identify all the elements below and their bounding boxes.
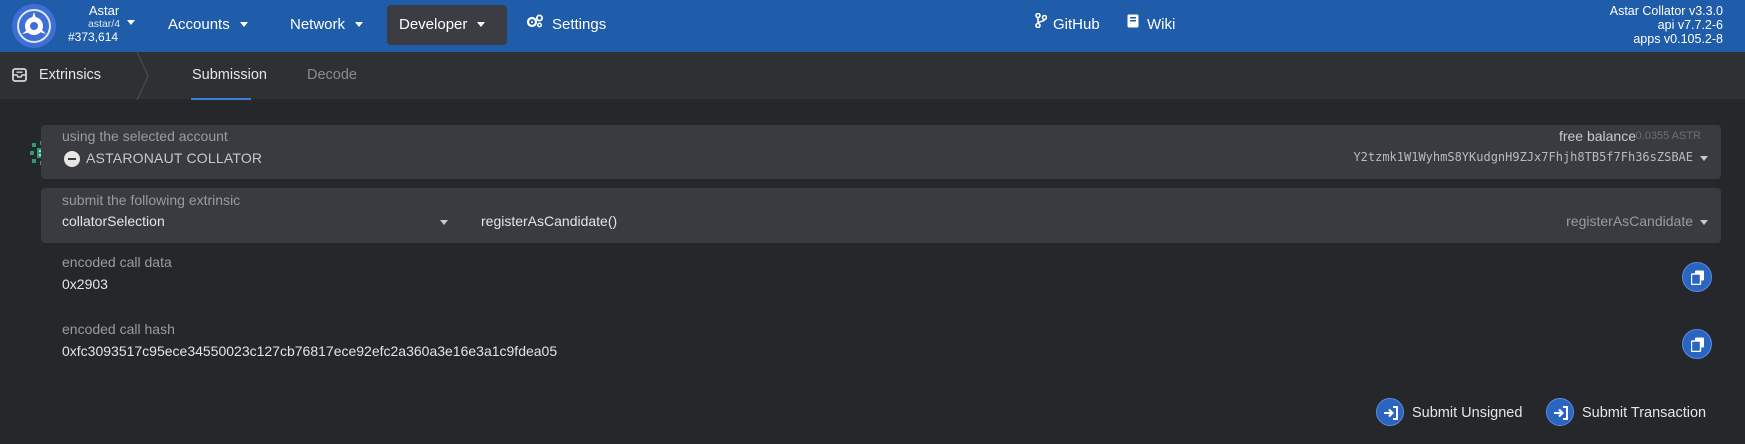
menu-settings-label: Settings: [552, 16, 607, 33]
free-balance-value: 0.0355 ASTR: [1635, 130, 1701, 142]
inbox-icon: [12, 68, 27, 85]
encoded-call-hash-label: encoded call hash: [62, 321, 175, 337]
apps-version: apps v0.105.2-8: [1633, 32, 1723, 46]
link-wiki-label: Wiki: [1147, 16, 1176, 33]
link-wiki[interactable]: Wiki: [1115, 5, 1187, 45]
account-name: ASTARONAUT COLLATOR: [86, 150, 263, 166]
copy-icon: [1691, 270, 1704, 285]
chevron-down-icon: [239, 21, 248, 27]
free-balance-label: free balance: [1558, 128, 1636, 144]
menu-developer-label: Developer: [399, 16, 468, 33]
sign-in-icon: [1376, 398, 1404, 426]
account-address: Y2tzmk1W1WyhmS8YKudgnH9ZJx7Fhjh8TB5f7Fh3…: [1353, 150, 1693, 164]
top-navigation-bar: Astar astar/4 #373,614 Accounts Network …: [0, 0, 1745, 52]
node-version: Astar Collator v3.3.0: [1609, 4, 1723, 18]
active-tab-indicator: [191, 98, 251, 100]
encoded-call-data-label: encoded call data: [62, 254, 172, 270]
copy-call-hash-button[interactable]: [1682, 329, 1712, 359]
menu-accounts-label: Accounts: [168, 16, 230, 33]
menu-settings[interactable]: Settings: [514, 5, 618, 45]
chevron-down-icon: [477, 21, 486, 27]
code-branch-icon: [1035, 4, 1048, 44]
submit-transaction-button[interactable]: Submit Transaction: [1546, 398, 1716, 428]
menu-accounts[interactable]: Accounts: [156, 5, 260, 45]
chevron-down-icon: [355, 21, 364, 27]
submit-unsigned-button[interactable]: Submit Unsigned: [1376, 398, 1526, 428]
extrinsic-selector: submit the following extrinsic collatorS…: [41, 188, 1721, 243]
tab-root-extrinsics: Extrinsics: [0, 52, 140, 100]
submit-transaction-label: Submit Transaction: [1582, 405, 1707, 421]
version-info: Astar Collator v3.3.0 api v7.7.2-6 apps …: [1610, 4, 1723, 46]
chevron-down-icon[interactable]: [440, 220, 448, 225]
api-version: api v7.7.2-6: [1657, 18, 1723, 32]
block-number: #373,614: [68, 30, 119, 44]
link-github[interactable]: GitHub: [1023, 5, 1112, 45]
method-short: registerAsCandidate: [1566, 213, 1693, 229]
account-selector[interactable]: using the selected account ASTARONAUT CO…: [41, 125, 1721, 179]
tab-bar: Extrinsics Submission Decode: [0, 52, 1745, 100]
menu-network[interactable]: Network: [278, 5, 375, 45]
encoded-call-hash-value: 0xfc3093517c95ece34550023c127cb76817ece9…: [62, 343, 558, 359]
breadcrumb-separator: [136, 52, 149, 100]
submit-unsigned-label: Submit Unsigned: [1412, 405, 1523, 421]
copy-call-data-button[interactable]: [1682, 262, 1712, 292]
extrinsic-label: submit the following extrinsic: [62, 192, 241, 208]
account-label: using the selected account: [62, 128, 228, 144]
chevron-down-icon[interactable]: [1700, 156, 1708, 161]
book-icon: [1127, 4, 1139, 44]
menu-network-label: Network: [290, 16, 346, 33]
section-dropdown[interactable]: collatorSelection: [62, 213, 450, 229]
astar-logo-icon[interactable]: [12, 4, 56, 48]
link-github-label: GitHub: [1053, 16, 1100, 33]
encoded-call-data-value: 0x2903: [62, 276, 108, 292]
minus-circle-icon: [64, 151, 80, 167]
tab-submission[interactable]: Submission: [192, 67, 267, 83]
copy-icon: [1691, 337, 1704, 352]
chevron-down-icon[interactable]: [1700, 220, 1708, 225]
section-value: collatorSelection: [62, 213, 165, 229]
tab-root-label: Extrinsics: [39, 67, 102, 83]
menu-developer[interactable]: Developer: [387, 5, 507, 45]
gears-icon: [526, 4, 544, 44]
sign-in-icon: [1546, 398, 1574, 426]
method-dropdown[interactable]: registerAsCandidate(): [481, 213, 617, 229]
tab-decode[interactable]: Decode: [307, 67, 357, 83]
chevron-down-icon[interactable]: [127, 20, 135, 25]
chain-name: Astar: [88, 3, 120, 18]
